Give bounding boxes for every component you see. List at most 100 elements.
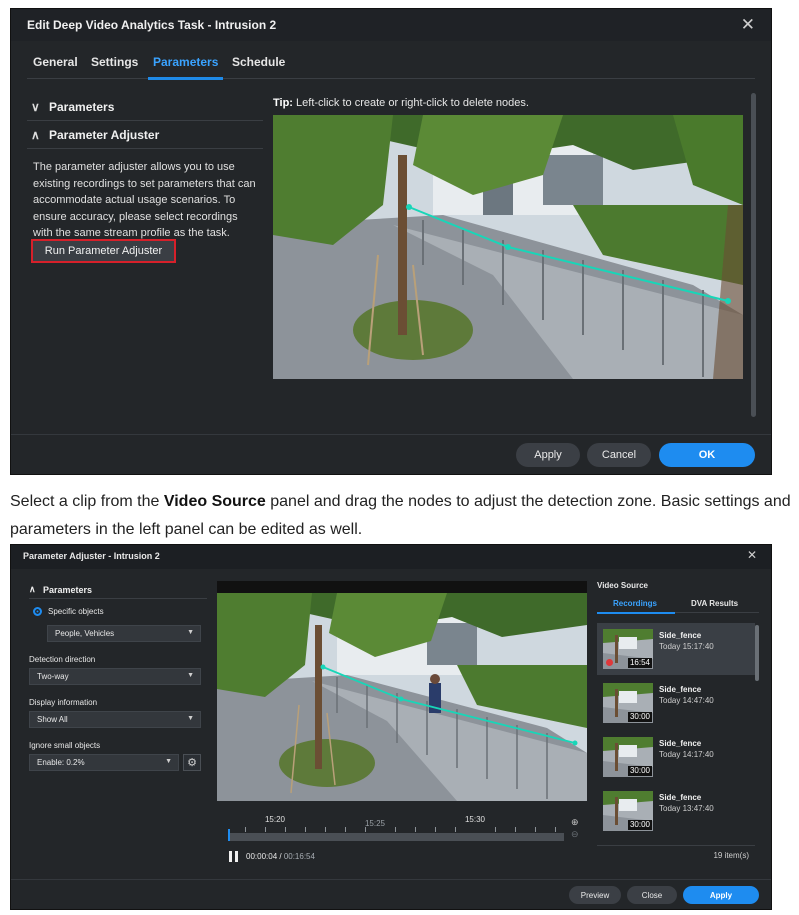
recordings-scrollbar[interactable] [755, 625, 759, 681]
recording-thumbnail: 30:00 [603, 791, 653, 831]
camera-preview[interactable] [273, 115, 743, 379]
parameters-section-header[interactable]: ∨ Parameters [27, 93, 263, 121]
dialog-title: Edit Deep Video Analytics Task - Intrusi… [27, 18, 277, 32]
edit-dva-task-dialog: Edit Deep Video Analytics Task - Intrusi… [10, 8, 772, 475]
recording-thumbnail: 30:00 [603, 737, 653, 777]
recording-duration: 16:54 [627, 658, 652, 668]
dropdown-arrow-icon: ▼ [187, 629, 194, 636]
playback-controls: 00:00:04 / 00:16:54 [229, 851, 315, 862]
timeline-label: 15:30 [464, 815, 486, 824]
timeline-track[interactable] [228, 833, 564, 841]
adjuster-title: Parameter Adjuster - Intrusion 2 [23, 551, 160, 561]
caption-text-before: Select a clip from the [10, 493, 164, 510]
radio-selected-icon [33, 607, 42, 616]
zoom-in-icon[interactable]: ⊕ [571, 817, 579, 828]
pause-icon[interactable] [229, 851, 238, 862]
close-button[interactable]: Close [627, 886, 677, 904]
apply-button[interactable]: Apply [516, 443, 580, 467]
detection-direction-select[interactable]: Two-way ▼ [29, 668, 201, 685]
adjuster-section-header[interactable]: ∧ Parameter Adjuster [27, 121, 263, 149]
specific-objects-radio[interactable]: Specific objects [33, 607, 104, 616]
tab-schedule[interactable]: Schedule [232, 55, 285, 69]
zoom-out-icon[interactable]: ⊖ [571, 829, 579, 840]
tab-parameters[interactable]: Parameters [153, 55, 218, 69]
specific-objects-label: Specific objects [48, 607, 104, 616]
adjuster-section-label: Parameter Adjuster [49, 127, 160, 142]
time-separator: / [277, 852, 284, 861]
display-information-value: Show All [37, 715, 68, 724]
object-types-value: People, Vehicles [55, 629, 115, 638]
adjuster-video[interactable] [217, 593, 587, 801]
timeline-tick [435, 827, 436, 832]
close-icon[interactable]: ✕ [747, 548, 757, 562]
tab-dva-results[interactable]: DVA Results [691, 599, 738, 608]
recording-duration: 30:00 [627, 820, 652, 830]
timeline-label: 15:25 [364, 819, 386, 828]
instruction-caption: Select a clip from the Video Source pane… [10, 488, 795, 544]
timeline-tick [395, 827, 396, 832]
dropdown-arrow-icon: ▼ [187, 715, 194, 722]
chevron-down-icon: ∨ [31, 99, 40, 114]
apply-button[interactable]: Apply [683, 886, 759, 904]
content-scrollbar[interactable] [751, 93, 756, 417]
run-parameter-adjuster-button[interactable]: Run Parameter Adjuster [31, 239, 176, 263]
timeline-tick [555, 827, 556, 832]
playback-timeline[interactable]: 15:20 15:25 15:30 [228, 815, 564, 845]
timeline-tick [455, 827, 456, 832]
timeline-playhead[interactable] [228, 829, 230, 841]
ok-button[interactable]: OK [659, 443, 755, 467]
recording-duration: 30:00 [627, 712, 652, 722]
recording-time: Today 13:47:40 [659, 804, 714, 813]
ignore-small-objects-label: Ignore small objects [29, 741, 101, 750]
parameters-section-header[interactable]: ∧ Parameters [29, 581, 207, 599]
total-time: 00:16:54 [283, 852, 315, 861]
tip-label: Tip: [273, 97, 293, 109]
timeline-tick [305, 827, 306, 832]
preview-button[interactable]: Preview [569, 886, 621, 904]
recording-item[interactable]: 16:54 Side_fence Today 15:17:40 [597, 623, 755, 675]
recording-duration: 30:00 [627, 766, 652, 776]
display-information-select[interactable]: Show All ▼ [29, 711, 201, 728]
adjuster-left-panel: ∧ Parameters Specific objects People, Ve… [29, 581, 207, 771]
recording-item[interactable]: 30:00 Side_fence Today 14:47:40 [597, 677, 755, 729]
timeline-tick [415, 827, 416, 832]
detection-direction-label: Detection direction [29, 655, 96, 664]
left-panel: ∨ Parameters ∧ Parameter Adjuster The pa… [27, 93, 263, 263]
cancel-button[interactable]: Cancel [587, 443, 651, 467]
tab-settings[interactable]: Settings [91, 55, 138, 69]
recording-thumbnail: 30:00 [603, 683, 653, 723]
adjuster-footer: Preview Close Apply [11, 879, 771, 909]
dialog-footer: Apply Cancel OK [11, 434, 771, 474]
object-types-select[interactable]: People, Vehicles ▼ [47, 625, 201, 642]
timeline-tick [265, 827, 266, 832]
video-source-header: Video Source [597, 581, 648, 590]
recording-item[interactable]: 30:00 Side_fence Today 13:47:40 [597, 785, 755, 837]
timeline-label: 15:20 [264, 815, 286, 824]
timeline-tick [325, 827, 326, 832]
recording-item[interactable]: 30:00 Side_fence Today 14:17:40 [597, 731, 755, 783]
ignore-small-objects-select[interactable]: Enable: 0.2% ▼ [29, 754, 179, 771]
timeline-tick [245, 827, 246, 832]
recording-name: Side_fence [659, 631, 702, 640]
timeline-tick [515, 827, 516, 832]
adjuster-description: The parameter adjuster allows you to use… [33, 161, 256, 239]
chevron-up-icon: ∧ [29, 584, 36, 594]
recording-time: Today 14:47:40 [659, 696, 714, 705]
tab-general[interactable]: General [33, 55, 78, 69]
recordings-count: 19 item(s) [713, 851, 749, 860]
adjuster-video-player [217, 581, 587, 801]
timeline-tick [535, 827, 536, 832]
dropdown-arrow-icon: ▼ [165, 758, 172, 765]
recording-time: Today 15:17:40 [659, 642, 714, 651]
close-icon[interactable]: ✕ [741, 15, 755, 35]
recording-name: Side_fence [659, 685, 702, 694]
settings-gear-icon[interactable]: ⚙ [183, 754, 201, 771]
recording-name: Side_fence [659, 739, 702, 748]
adjuster-titlebar: Parameter Adjuster - Intrusion 2 ✕ [11, 545, 771, 569]
recording-time: Today 14:17:40 [659, 750, 714, 759]
recording-thumbnail: 16:54 [603, 629, 653, 669]
divider [597, 845, 755, 846]
dialog-titlebar: Edit Deep Video Analytics Task - Intrusi… [11, 9, 771, 41]
timeline-tick [345, 827, 346, 832]
tab-recordings[interactable]: Recordings [613, 599, 657, 608]
